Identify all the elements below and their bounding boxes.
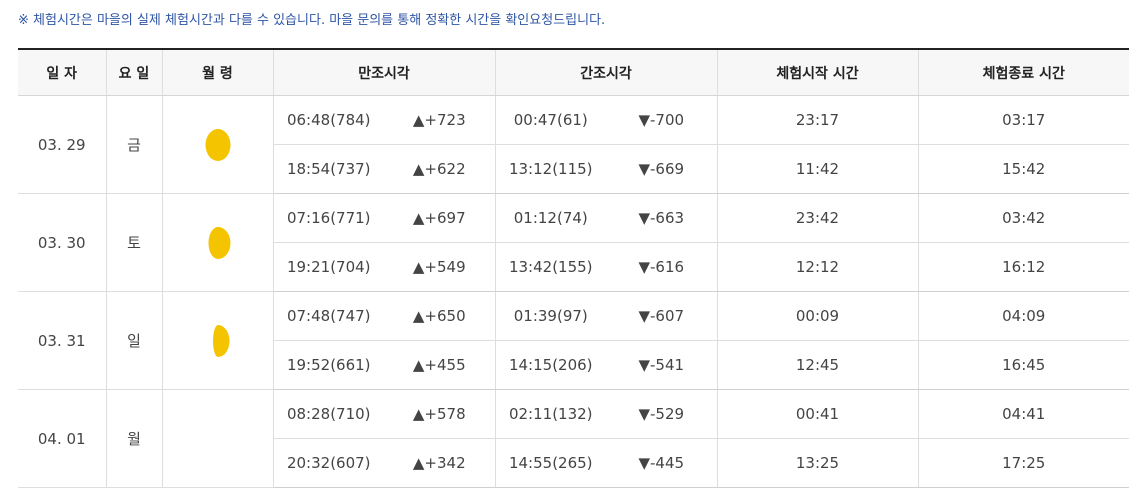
high-tide-delta: ▲+455 — [384, 340, 496, 390]
day-cell: 월 — [106, 389, 163, 488]
low-tide-delta: ▼-541 — [606, 340, 718, 390]
high-tide-time: 18:54(737) — [273, 144, 384, 194]
table-row: 03. 31 일 07:48(747) ▲+650 01:39(97) ▼-60… — [18, 291, 1129, 390]
tide-table: 일 자 요 일 월 령 만조시각 간조시각 체험시작 시간 체험종료 시간 03… — [18, 48, 1129, 488]
header-day: 요 일 — [106, 49, 163, 96]
low-tide-delta: ▼-700 — [606, 95, 718, 145]
high-tide-delta: ▲+549 — [384, 242, 496, 292]
moon-cell — [162, 193, 274, 292]
low-tide-time: 02:11(132) — [495, 389, 606, 439]
header-start-time: 체험시작 시간 — [717, 49, 919, 96]
end-time: 03:42 — [918, 193, 1129, 243]
table-header-row: 일 자 요 일 월 령 만조시각 간조시각 체험시작 시간 체험종료 시간 — [18, 49, 1129, 96]
date-cell: 03. 31 — [18, 291, 107, 390]
low-tide-time: 13:12(115) — [495, 144, 606, 194]
high-tide-delta: ▲+578 — [384, 389, 496, 439]
low-tide-time: 01:12(74) — [495, 193, 606, 243]
moon-cell — [162, 291, 274, 390]
high-tide-delta: ▲+697 — [384, 193, 496, 243]
header-end-time: 체험종료 시간 — [918, 49, 1129, 96]
table-row: 03. 29 금 06:48(784) ▲+723 00:47(61) ▼-70… — [18, 95, 1129, 194]
start-time: 12:45 — [717, 340, 919, 390]
day-cell: 금 — [106, 95, 163, 194]
start-time: 23:42 — [717, 193, 919, 243]
high-tide-delta: ▲+723 — [384, 95, 496, 145]
start-time: 23:17 — [717, 95, 919, 145]
date-cell: 03. 30 — [18, 193, 107, 292]
low-tide-time: 14:15(206) — [495, 340, 606, 390]
low-tide-time: 14:55(265) — [495, 438, 606, 488]
high-tide-time: 07:48(747) — [273, 291, 384, 341]
end-time: 17:25 — [918, 438, 1129, 488]
moon-icon — [208, 226, 230, 259]
start-time: 13:25 — [717, 438, 919, 488]
end-time: 15:42 — [918, 144, 1129, 194]
end-time: 16:45 — [918, 340, 1129, 390]
end-time: 04:09 — [918, 291, 1129, 341]
start-time: 12:12 — [717, 242, 919, 292]
high-tide-time: 19:52(661) — [273, 340, 384, 390]
start-time: 11:42 — [717, 144, 919, 194]
notice-text: ※ 체험시간은 마을의 실제 체험시간과 다를 수 있습니다. 마을 문의를 통… — [18, 13, 606, 28]
end-time: 04:41 — [918, 389, 1129, 439]
day-cell: 일 — [106, 291, 163, 390]
high-tide-time: 07:16(771) — [273, 193, 384, 243]
date-cell: 04. 01 — [18, 389, 107, 488]
low-tide-time: 13:42(155) — [495, 242, 606, 292]
high-tide-time: 08:28(710) — [273, 389, 384, 439]
moon-cell — [162, 389, 274, 488]
start-time: 00:41 — [717, 389, 919, 439]
header-date: 일 자 — [18, 49, 107, 96]
high-tide-time: 19:21(704) — [273, 242, 384, 292]
table-row: 04. 01 월 08:28(710) ▲+578 02:11(132) ▼-5… — [18, 389, 1129, 488]
header-high-tide: 만조시각 — [273, 49, 496, 96]
date-cell: 03. 29 — [18, 95, 107, 194]
table-row: 03. 30 토 07:16(771) ▲+697 01:12(74) ▼-66… — [18, 193, 1129, 292]
moon-cell — [162, 95, 274, 194]
moon-icon — [212, 324, 229, 357]
start-time: 00:09 — [717, 291, 919, 341]
high-tide-delta: ▲+650 — [384, 291, 496, 341]
end-time: 16:12 — [918, 242, 1129, 292]
low-tide-delta: ▼-445 — [606, 438, 718, 488]
low-tide-delta: ▼-616 — [606, 242, 718, 292]
low-tide-time: 01:39(97) — [495, 291, 606, 341]
day-cell: 토 — [106, 193, 163, 292]
high-tide-delta: ▲+342 — [384, 438, 496, 488]
low-tide-delta: ▼-607 — [606, 291, 718, 341]
low-tide-delta: ▼-529 — [606, 389, 718, 439]
moon-icon — [205, 128, 230, 161]
low-tide-delta: ▼-669 — [606, 144, 718, 194]
low-tide-delta: ▼-663 — [606, 193, 718, 243]
header-low-tide: 간조시각 — [495, 49, 718, 96]
end-time: 03:17 — [918, 95, 1129, 145]
high-tide-delta: ▲+622 — [384, 144, 496, 194]
header-moon: 월 령 — [162, 49, 274, 96]
high-tide-time: 06:48(784) — [273, 95, 384, 145]
low-tide-time: 00:47(61) — [495, 95, 606, 145]
high-tide-time: 20:32(607) — [273, 438, 384, 488]
